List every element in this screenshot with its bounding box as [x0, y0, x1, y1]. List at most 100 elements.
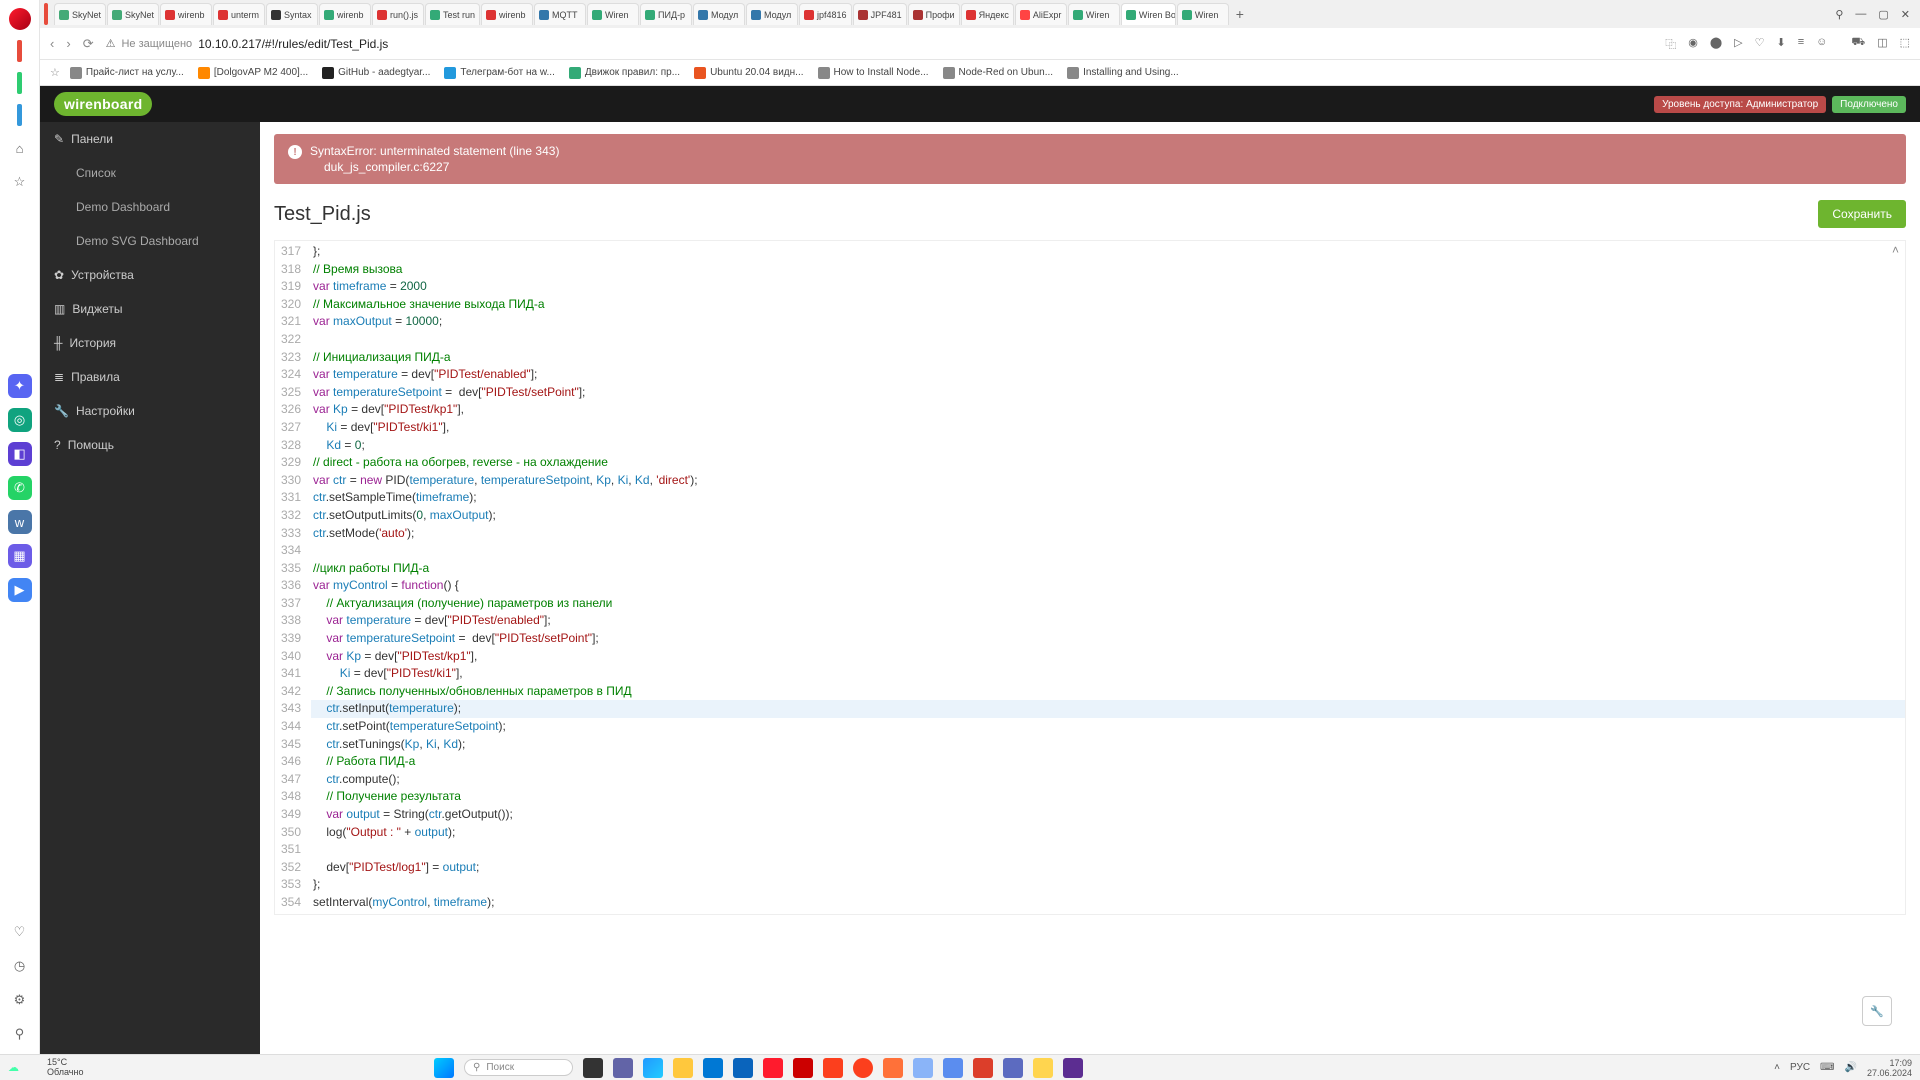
- whatsapp-icon[interactable]: ✆: [8, 476, 32, 500]
- browser-tab[interactable]: unterm: [213, 3, 265, 25]
- opera-icon[interactable]: [763, 1058, 783, 1078]
- forward-icon[interactable]: ›: [66, 36, 70, 51]
- download-icon[interactable]: ⬇: [1776, 36, 1785, 52]
- clock-icon[interactable]: ◷: [8, 954, 32, 978]
- browser-tab[interactable]: Модул: [693, 3, 745, 25]
- code-line[interactable]: //цикл работы ПИД-а: [311, 560, 1905, 578]
- play-icon[interactable]: ▶: [8, 578, 32, 602]
- home-icon[interactable]: ⌂: [8, 136, 32, 160]
- code-line[interactable]: ctr.setPoint(temperatureSetpoint);: [311, 718, 1905, 736]
- workspace-indicator-red[interactable]: [17, 40, 22, 62]
- browser-tab[interactable]: JPF481: [853, 3, 907, 25]
- bookmark-item[interactable]: [DolgovAP M2 400]...: [198, 67, 308, 79]
- bookmark-item[interactable]: GitHub - aadegtyar...: [322, 67, 430, 79]
- browser-tab[interactable]: Wiren Board: [1121, 3, 1176, 25]
- back-icon[interactable]: ‹: [50, 36, 54, 51]
- code-line[interactable]: Ki = dev["PIDTest/ki1"],: [311, 419, 1905, 437]
- code-line[interactable]: };: [311, 243, 1905, 261]
- browser-tab[interactable]: Яндекс: [961, 3, 1014, 25]
- opera-logo-icon[interactable]: [9, 8, 31, 30]
- browser-tab[interactable]: Syntax: [266, 3, 318, 25]
- code-line[interactable]: var temperature = dev["PIDTest/enabled"]…: [311, 366, 1905, 384]
- bookmark-item[interactable]: Node-Red on Ubun...: [943, 67, 1054, 79]
- browser-tab[interactable]: Wiren: [1177, 3, 1229, 25]
- code-line[interactable]: // Получение результата: [311, 788, 1905, 806]
- app-icon-a[interactable]: [913, 1058, 933, 1078]
- code-line[interactable]: ctr.setInput(temperature);: [311, 700, 1905, 718]
- code-line[interactable]: [311, 331, 1905, 349]
- browser-tab[interactable]: MQTT: [534, 3, 586, 25]
- record-icon[interactable]: ⬤: [1710, 36, 1722, 52]
- new-tab-button[interactable]: +: [1230, 6, 1250, 22]
- yandex-round-icon[interactable]: [853, 1058, 873, 1078]
- browser-tab[interactable]: run().js: [372, 3, 424, 25]
- bookmark-item[interactable]: Прайс-лист на услу...: [70, 67, 184, 79]
- code-line[interactable]: // Работа ПИД-а: [311, 753, 1905, 771]
- code-line[interactable]: // Запись полученных/обновленных парамет…: [311, 683, 1905, 701]
- nav-rules[interactable]: ≣Правила: [40, 360, 260, 394]
- save-button[interactable]: Сохранить: [1818, 200, 1906, 228]
- nav-demo-dashboard[interactable]: Demo Dashboard: [40, 190, 260, 224]
- code-line[interactable]: // Актуализация (получение) параметров и…: [311, 595, 1905, 613]
- language-indicator[interactable]: РУС: [1790, 1062, 1810, 1073]
- nav-history[interactable]: ╫История: [40, 326, 260, 360]
- bookmark-item[interactable]: How to Install Node...: [818, 67, 929, 79]
- code-line[interactable]: [311, 841, 1905, 859]
- code-line[interactable]: ctr.setMode('auto');: [311, 525, 1905, 543]
- maximize-icon[interactable]: ▢: [1878, 8, 1888, 21]
- store-icon[interactable]: [703, 1058, 723, 1078]
- visualstudio-icon[interactable]: [1063, 1058, 1083, 1078]
- browser-tab[interactable]: wirenb: [319, 3, 371, 25]
- mail-icon[interactable]: [733, 1058, 753, 1078]
- pin-icon[interactable]: ⚲: [8, 1022, 32, 1046]
- browser-tab[interactable]: SkyNet: [54, 3, 106, 25]
- code-line[interactable]: var myControl = function() {: [311, 577, 1905, 595]
- bookmark-star-icon[interactable]: ☆: [50, 66, 60, 79]
- bookmark-item[interactable]: Движок правил: пр...: [569, 67, 680, 79]
- code-line[interactable]: Kd = 0;: [311, 437, 1905, 455]
- tools-button[interactable]: 🔧: [1862, 996, 1892, 1026]
- code-line[interactable]: setInterval(myControl, timeframe);: [311, 894, 1905, 912]
- collapse-icon[interactable]: ˄: [1892, 243, 1899, 257]
- bookmark-item[interactable]: Installing and Using...: [1067, 67, 1179, 79]
- gear-icon[interactable]: ⚙: [8, 988, 32, 1012]
- code-line[interactable]: var temperature = dev["PIDTest/enabled"]…: [311, 612, 1905, 630]
- code-line[interactable]: var temperatureSetpoint = dev["PIDTest/s…: [311, 630, 1905, 648]
- code-line[interactable]: ctr.setOutputLimits(0, maxOutput);: [311, 507, 1905, 525]
- browser-tab[interactable]: SkyNet: [107, 3, 159, 25]
- app-red-icon[interactable]: [793, 1058, 813, 1078]
- profile-icon[interactable]: ☺: [1816, 36, 1827, 52]
- workspace-indicator-green[interactable]: [17, 72, 22, 94]
- app-icon-b[interactable]: [943, 1058, 963, 1078]
- app-icon-violet[interactable]: ▦: [8, 544, 32, 568]
- close-window-icon[interactable]: ✕: [1901, 8, 1910, 21]
- menu-icon[interactable]: ≡: [1798, 36, 1804, 52]
- code-line[interactable]: var temperatureSetpoint = dev["PIDTest/s…: [311, 384, 1905, 402]
- code-line[interactable]: var output = String(ctr.getOutput());: [311, 806, 1905, 824]
- code-line[interactable]: // Максимальное значение выхода ПИД-а: [311, 296, 1905, 314]
- browser-tab[interactable]: Профи: [908, 3, 960, 25]
- nav-devices[interactable]: ✿Устройства: [40, 258, 260, 292]
- code-line[interactable]: var timeframe = 2000: [311, 278, 1905, 296]
- onec-icon[interactable]: [1033, 1058, 1053, 1078]
- discord-icon[interactable]: ✦: [8, 374, 32, 398]
- code-line[interactable]: dev["PIDTest/log1"] = output;: [311, 859, 1905, 877]
- nav-demo-svg[interactable]: Demo SVG Dashboard: [40, 224, 260, 258]
- browser-tab[interactable]: jpf4816: [799, 3, 852, 25]
- code-line[interactable]: var ctr = new PID(temperature, temperatu…: [311, 472, 1905, 490]
- browser-tab[interactable]: Модул: [746, 3, 798, 25]
- yandex-icon[interactable]: [823, 1058, 843, 1078]
- star-icon[interactable]: ☆: [8, 170, 32, 194]
- vk-icon[interactable]: w: [8, 510, 32, 534]
- browser-tab[interactable]: AliExpr: [1015, 3, 1067, 25]
- nav-widgets[interactable]: ▥Виджеты: [40, 292, 260, 326]
- teams-icon[interactable]: [613, 1058, 633, 1078]
- app-icon-purple[interactable]: ◧: [8, 442, 32, 466]
- bookmark-item[interactable]: Ubuntu 20.04 видн...: [694, 67, 803, 79]
- code-line[interactable]: // Время вызова: [311, 261, 1905, 279]
- url-field[interactable]: ⚠ Не защищено 10.10.0.217/#!/rules/edit/…: [106, 37, 1654, 51]
- code-line[interactable]: var Kp = dev["PIDTest/kp1"],: [311, 648, 1905, 666]
- nav-panels[interactable]: ✎Панели: [40, 122, 260, 156]
- cube-icon[interactable]: ⬚: [1900, 36, 1910, 52]
- taskbar-search[interactable]: ⚲ Поиск: [464, 1059, 573, 1076]
